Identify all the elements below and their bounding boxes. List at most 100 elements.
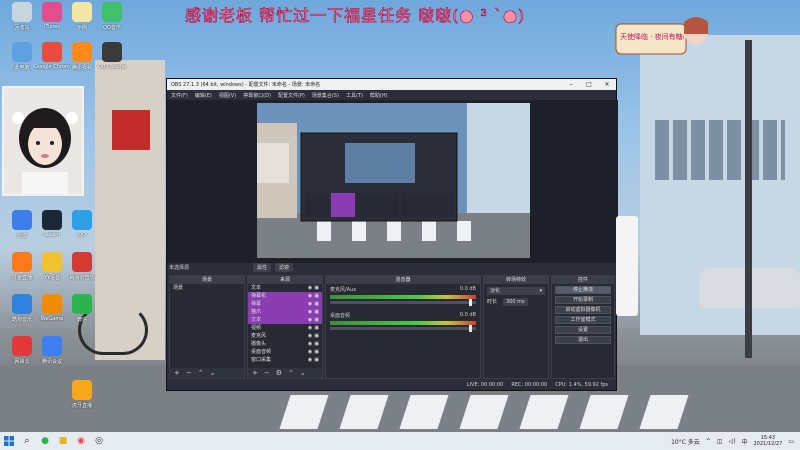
transition-select[interactable]: 淡化 ▾	[487, 287, 545, 295]
source-item[interactable]: 摄像头 ◉ ▣	[248, 340, 322, 348]
source-item[interactable]: 弹幕机 ◉ ▣	[248, 292, 322, 300]
file-explorer-icon[interactable]: ■	[54, 432, 72, 450]
menu-item[interactable]: 工具(T)	[346, 92, 363, 99]
maximize-icon[interactable]: □	[580, 81, 598, 88]
chevron-down-icon[interactable]: ⌄	[300, 369, 306, 377]
volume-icon[interactable]: ◁)	[729, 438, 736, 445]
desktop-icon[interactable]: OBS Studio	[94, 42, 130, 70]
lock-icon[interactable]: ▣	[314, 300, 319, 308]
source-label: 窗口采集	[251, 357, 272, 363]
eye-icon[interactable]: ◉	[308, 284, 312, 292]
network-icon[interactable]: ◫	[717, 438, 723, 445]
volume-slider[interactable]	[330, 299, 476, 306]
eye-icon[interactable]: ◉	[308, 292, 312, 300]
eye-icon[interactable]: ◉	[308, 316, 312, 324]
source-item[interactable]: 文本 ◉ ▣	[248, 284, 322, 292]
lock-icon[interactable]: ▣	[314, 332, 319, 340]
desktop-icon[interactable]: 网易云音乐	[64, 252, 100, 281]
menu-item[interactable]: 文件(F)	[171, 92, 188, 99]
eye-icon[interactable]: ◉	[308, 340, 312, 348]
wechat-taskbar-icon[interactable]: ●	[36, 432, 54, 450]
eye-icon[interactable]: ◉	[308, 308, 312, 316]
add-icon[interactable]: +	[174, 369, 180, 377]
control-button[interactable]: 工作室模式	[555, 316, 611, 324]
eye-icon[interactable]: ◉	[308, 324, 312, 332]
side-widget[interactable]	[616, 216, 638, 316]
chevron-up-icon[interactable]: ^	[706, 438, 711, 445]
control-button[interactable]: 开始录制	[555, 296, 611, 304]
duration-label: 时长	[487, 299, 498, 305]
source-label: 桌面音频	[251, 349, 272, 355]
source-item[interactable]: 弹幕 ◉ ▣	[248, 300, 322, 308]
desktop-icon[interactable]: 虎牙直播	[64, 380, 100, 409]
control-button[interactable]: 启动虚拟摄像机	[555, 306, 611, 314]
menu-item[interactable]: 视图(V)	[219, 92, 236, 99]
obs-menubar: 文件(F) 编辑(E) 视图(V) 停靠窗口(D) 配置文件(P) 场景集合(S) 工具(T…	[167, 90, 616, 100]
source-item[interactable]: 文本 ◉ ▣	[248, 316, 322, 324]
clock[interactable]: 15:43 2021/12/27	[754, 435, 783, 447]
volume-slider[interactable]	[330, 325, 476, 332]
search-icon[interactable]: ⌕	[18, 432, 36, 450]
control-button[interactable]: 设置	[555, 326, 611, 334]
lock-icon[interactable]: ▣	[314, 284, 319, 292]
source-item[interactable]: 桌面音频 ◉ ▣	[248, 348, 322, 356]
control-button[interactable]: 停止推流	[555, 286, 611, 294]
desktop-icon[interactable]: QQ音乐	[94, 2, 130, 31]
menu-item[interactable]: 帮助(H)	[370, 92, 388, 99]
properties-button[interactable]: 属性	[253, 263, 272, 272]
obs-window[interactable]: OBS 27.1.3 (64 bit, windows) - 配置文件: 未命名…	[166, 78, 618, 391]
gear-icon[interactable]: ⚙	[276, 369, 282, 377]
lock-icon[interactable]: ▣	[314, 316, 319, 324]
notification-icon[interactable]: ▭	[788, 438, 794, 445]
obs-titlebar[interactable]: OBS 27.1.3 (64 bit, windows) - 配置文件: 未命名…	[167, 79, 616, 90]
menu-item[interactable]: 停靠窗口(D)	[243, 92, 271, 99]
lock-icon[interactable]: ▣	[314, 324, 319, 332]
menu-item[interactable]: 配置文件(P)	[278, 92, 305, 99]
eye-icon[interactable]: ◉	[308, 348, 312, 356]
chevron-up-icon[interactable]: ⌃	[288, 369, 294, 377]
source-toggles: ◉ ▣	[308, 300, 322, 308]
source-item[interactable]: 猫爪 ◉ ▣	[248, 308, 322, 316]
remove-icon[interactable]: −	[264, 369, 270, 377]
source-item[interactable]: 视频 ◉ ▣	[248, 324, 322, 332]
desktop-icon[interactable]: 微信	[64, 294, 100, 323]
chevron-down-icon[interactable]: ⌄	[210, 369, 216, 377]
scene-item[interactable]: 场景	[170, 284, 244, 292]
app-icon	[72, 2, 92, 22]
menu-item[interactable]: 场景集合(S)	[312, 92, 339, 99]
start-button[interactable]	[0, 432, 18, 450]
input-language[interactable]: 中	[741, 437, 747, 446]
weather-widget[interactable]: 10°C 多云	[671, 437, 700, 446]
source-item[interactable]: 窗口采集 ◉ ▣	[248, 356, 322, 364]
browser-taskbar-icon[interactable]: ◉	[72, 432, 90, 450]
lock-icon[interactable]: ▣	[314, 340, 319, 348]
source-toggles: ◉ ▣	[308, 332, 322, 340]
obs-taskbar-icon[interactable]: ◎	[90, 432, 108, 450]
menu-item[interactable]: 编辑(E)	[195, 92, 212, 99]
windows-icon	[4, 436, 14, 446]
filters-button[interactable]: 滤镜	[275, 263, 294, 272]
lock-icon[interactable]: ▣	[314, 292, 319, 300]
minimize-icon[interactable]: –	[562, 81, 580, 88]
eye-icon[interactable]: ◉	[308, 332, 312, 340]
source-item[interactable]: 麦克风 ◉ ▣	[248, 332, 322, 340]
desktop-icon[interactable]: QQ	[64, 210, 100, 238]
slider-handle[interactable]	[469, 299, 472, 306]
app-icon	[42, 294, 62, 314]
shop-sign	[112, 110, 150, 150]
lock-icon[interactable]: ▣	[314, 308, 319, 316]
stream-preview[interactable]	[257, 103, 530, 258]
control-button[interactable]: 退出	[555, 336, 611, 344]
remove-icon[interactable]: −	[186, 369, 192, 377]
chevron-up-icon[interactable]: ⌃	[198, 369, 204, 377]
eye-icon[interactable]: ◉	[308, 356, 312, 364]
add-icon[interactable]: +	[252, 369, 258, 377]
desktop-icon[interactable]: 腾讯会议	[34, 336, 70, 365]
eye-icon[interactable]: ◉	[308, 300, 312, 308]
lock-icon[interactable]: ▣	[314, 348, 319, 356]
close-icon[interactable]: ✕	[598, 81, 616, 88]
lock-icon[interactable]: ▣	[314, 356, 319, 364]
slider-handle[interactable]	[469, 325, 472, 332]
no-source-selected: 未选择源	[169, 265, 190, 271]
duration-input[interactable]: 300 ms	[503, 298, 528, 306]
